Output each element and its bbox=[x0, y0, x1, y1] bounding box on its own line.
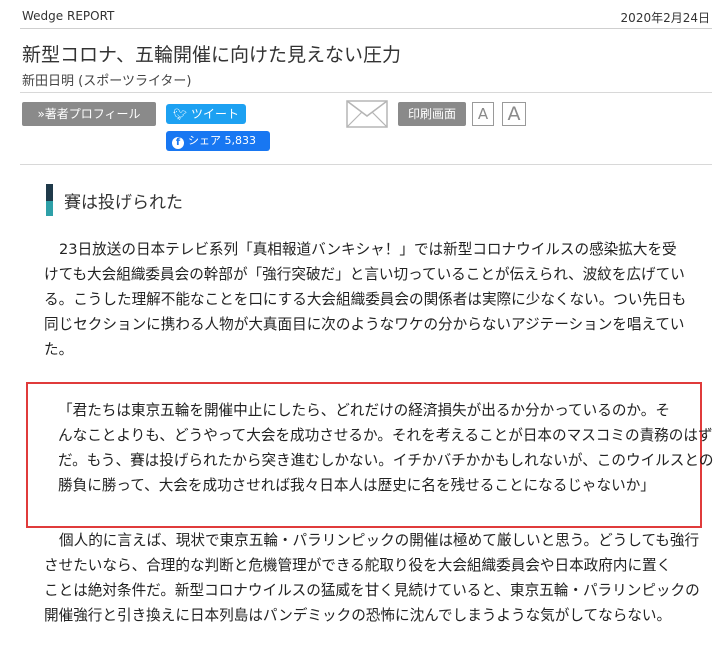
text-line: た。 bbox=[44, 341, 74, 358]
facebook-share-button[interactable]: f シェア 5,833 bbox=[166, 131, 270, 151]
text-line: 同じセクションに携わる人物が大真面目に次のようなワケの分からないアジテーションを… bbox=[44, 316, 685, 333]
text-line: 勝負に勝って、大会を成功させれば我々日本人は歴史に名を残せることになるじゃないか… bbox=[58, 477, 655, 494]
text-line: んなことよりも、どうやって大会を成功させるか。それを考えることが日本のマスコミの… bbox=[58, 427, 713, 444]
facebook-icon: f bbox=[172, 137, 184, 149]
divider bbox=[20, 92, 712, 93]
tweet-label: ツイート bbox=[190, 107, 239, 121]
tweet-button[interactable]: 🐦︎ ツイート bbox=[166, 104, 246, 124]
font-size-small-button[interactable]: A bbox=[472, 102, 494, 126]
text-line: 開催強行と引き換えに日本列島はパンデミックの恐怖に沈んでしまうような気がしてなら… bbox=[44, 607, 672, 624]
article-author[interactable]: 新田日明 (スポーツライター) bbox=[22, 70, 192, 89]
font-size-large-button[interactable]: A bbox=[502, 102, 526, 126]
text-line: だ。もう、賽は投げられたから突き進むしかない。イチかバチかかもしれないが、このウ… bbox=[58, 452, 714, 469]
report-header-bar: Wedge REPORT 2020年2月24日 bbox=[20, 4, 712, 29]
section-heading: 賽は投げられた bbox=[64, 193, 183, 213]
mail-icon[interactable] bbox=[346, 100, 388, 128]
text-line: けても大会組織委員会の幹部が「強行突破だ」と言い切っていることが伝えられ、波紋を… bbox=[44, 266, 685, 283]
twitter-bird-icon: 🐦︎ bbox=[173, 108, 187, 121]
quoted-statement: 「君たちは東京五輪を開催中止にしたら、どれだけの経済損失が出るか分かっているのか… bbox=[58, 398, 714, 498]
text-line: る。こうした理解不能なことを口にする大会組織委員会の関係者は実際に少なくない。つ… bbox=[44, 291, 687, 308]
body-paragraph-2: 個人的に言えば、現状で東京五輪・パラリンピックの開催は極めて厳しいと思う。どうし… bbox=[44, 528, 700, 628]
body-paragraph-1: 23日放送の日本テレビ系列「真相報道バンキシャ！」では新型コロナウイルスの感染拡… bbox=[44, 237, 692, 362]
share-label: シェア 5,833 bbox=[188, 134, 256, 147]
author-profile-button[interactable]: »著者プロフィール bbox=[22, 102, 156, 126]
divider bbox=[20, 164, 712, 165]
text-line: させたいなら、合理的な判断と危機管理ができる舵取り役を大会組織委員会や日本政府内… bbox=[44, 557, 672, 574]
brand-label[interactable]: Wedge REPORT bbox=[22, 9, 114, 23]
section-heading-marker-accent bbox=[46, 201, 53, 216]
section-heading-marker bbox=[46, 184, 53, 201]
article-title: 新型コロナ、五輪開催に向けた見えない圧力 bbox=[22, 44, 402, 66]
publish-date: 2020年2月24日 bbox=[620, 11, 710, 25]
text-line: 個人的に言えば、現状で東京五輪・パラリンピックの開催は極めて厳しいと思う。どうし… bbox=[59, 532, 700, 549]
print-button[interactable]: 印刷画面 bbox=[398, 102, 466, 126]
text-line: ことは絶対条件だ。新型コロナウイルスの猛威を甘く見続けていると、東京五輪・パラリ… bbox=[44, 582, 700, 599]
text-line: 「君たちは東京五輪を開催中止にしたら、どれだけの経済損失が出るか分かっているのか… bbox=[58, 402, 670, 419]
text-line: 23日放送の日本テレビ系列「真相報道バンキシャ！」では新型コロナウイルスの感染拡… bbox=[59, 241, 677, 258]
